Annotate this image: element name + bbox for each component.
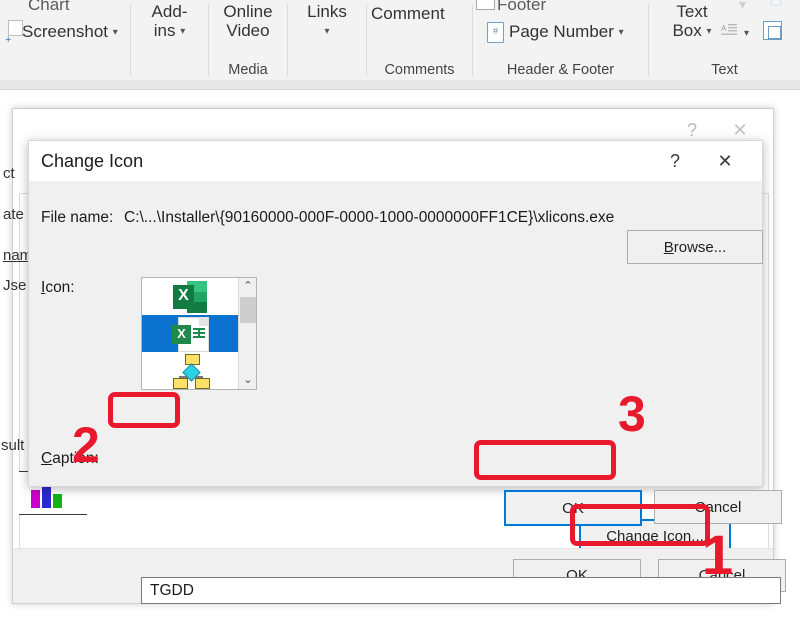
icon-list-item-excel-document[interactable] [142,315,238,352]
wordart-icon[interactable]: A [721,22,737,37]
ribbon-item-screenshot[interactable]: Screenshot [22,22,108,41]
excel-app-icon [173,281,207,313]
ribbon-group-label-media: Media [228,62,268,78]
bg-fragment-use: Jse [3,277,27,294]
change-icon-dialog: Change Icon ? ✕ File name: C:\...\Instal… [28,140,782,604]
links-caret-icon[interactable]: ▾ [324,26,329,37]
ribbon-bottom-strip [0,80,800,90]
icon-list-item-flowchart[interactable] [142,352,238,389]
ribbon-item-addins-line2[interactable]: ins [154,21,176,40]
ribbon-item-links[interactable]: Links [307,2,347,21]
change-icon-body: File name: C:\...\Installer\{90160000-00… [29,181,782,604]
ribbon-group-text: Text Box ▾ A ▾ Text [649,0,800,80]
ribbon-group-illustrations: + Screenshot ▾ [0,0,130,80]
ribbon-item-textbox-line2[interactable]: Box [672,21,701,40]
change-icon-cancel-button[interactable]: Cancel [654,490,782,524]
file-name-value: C:\...\Installer\{90160000-000F-0000-100… [124,209,615,226]
bg-fragment-result: sult [1,437,25,454]
partial-glyph-object: ⬭ [770,0,782,10]
ribbon-item-page-number[interactable]: Page Number [509,22,614,41]
ribbon-item-online-video-line1[interactable]: Online [223,2,272,21]
icon-label: Icon: [41,279,75,296]
screenshot-caret-icon[interactable]: ▾ [113,27,118,38]
icon-list-scrollbar[interactable]: ⌃ ⌄ [238,278,256,389]
change-icon-button-label: Change Icon... [606,528,704,545]
scrollbar-down-arrow-icon[interactable]: ⌄ [239,372,257,389]
ribbon-group-header-footer: Page Number ▾ Header & Footer [473,0,648,80]
caption-input[interactable] [141,577,781,604]
annotation-number-2: 2 [72,417,100,473]
annotation-number-3: 3 [618,386,646,442]
ribbon: Chart Footer + Screenshot ▾ Add- ins ▾ O… [0,0,800,81]
scrollbar-thumb[interactable] [240,297,256,323]
icon-list-items [142,278,238,389]
object-dialog-close-icon[interactable]: ✕ [725,118,755,142]
chart-bar-green [53,494,62,508]
file-name-label: File name: [41,209,114,226]
ribbon-group-links: Links ▾ [288,0,366,80]
chart-bar-magenta [31,490,40,508]
page-number-icon [487,22,504,43]
wordart-caret-icon[interactable]: ▾ [744,28,749,39]
ribbon-group-label-header-footer: Header & Footer [506,62,615,78]
ribbon-item-online-video-line2[interactable]: Video [226,21,269,40]
ribbon-group-media: Online Video Media [209,0,287,80]
change-icon-help-icon[interactable]: ? [658,149,692,174]
textbox-caret-icon[interactable]: ▾ [707,26,712,37]
scrollbar-up-arrow-icon[interactable]: ⌃ [239,278,257,295]
change-icon-titlebar: Change Icon ? ✕ [29,141,762,181]
drop-cap-icon[interactable] [763,21,782,40]
ribbon-group-label-comments: Comments [384,62,455,78]
partial-glyph-caret: ▾ [738,0,746,12]
page-number-caret-icon[interactable]: ▾ [619,27,624,38]
object-dialog-help-icon[interactable]: ? [677,118,707,142]
ribbon-item-textbox-line1[interactable]: Text [676,2,707,21]
flowchart-icon [172,354,210,389]
addins-caret-icon[interactable]: ▾ [180,26,185,37]
screenshot-plus-icon: + [5,34,12,46]
ribbon-group-label-text: Text [711,62,738,78]
browse-button[interactable]: Browse... [627,230,763,264]
icon-list-box[interactable]: ⌃ ⌄ [141,277,257,390]
annotation-number-1: 1 [702,523,734,586]
change-icon-close-icon[interactable]: ✕ [708,149,742,174]
ribbon-group-addins: Add- ins ▾ [131,0,208,80]
excel-document-icon [172,317,209,352]
ribbon-item-comment[interactable]: Comment [371,4,445,23]
ribbon-group-comments: Comment Comments [367,0,472,80]
bg-fragment-object: ct [3,165,15,182]
bg-fragment-create: ate [3,206,24,223]
ribbon-item-addins-line1[interactable]: Add- [152,2,188,21]
icon-list-item-excel-app[interactable] [142,278,238,315]
change-icon-title: Change Icon [41,151,144,171]
svg-text:A: A [721,24,727,33]
browse-button-label: Browse... [663,238,727,256]
change-icon-ok-button[interactable]: OK [504,490,642,526]
